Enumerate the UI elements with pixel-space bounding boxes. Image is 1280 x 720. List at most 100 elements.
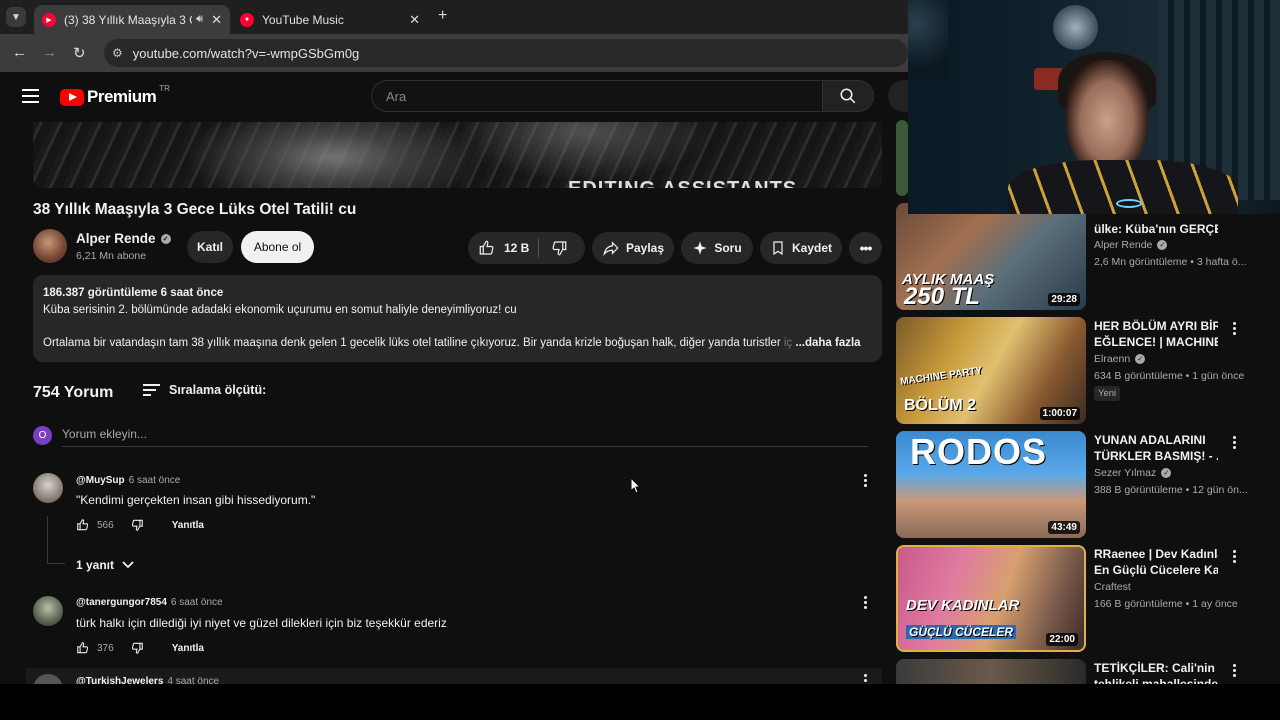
search-input[interactable]: Ara	[371, 80, 823, 112]
save-button[interactable]: Kaydet	[760, 232, 842, 264]
description-box[interactable]: 186.387 görüntüleme 6 saat önce Küba ser…	[33, 275, 882, 362]
show-more-link[interactable]: ...daha fazla	[795, 337, 860, 349]
video-duration: 29:28	[1048, 293, 1080, 306]
like-button[interactable]: 12 B	[478, 239, 529, 257]
country-code: TR	[159, 83, 170, 93]
video-menu-icon[interactable]	[1233, 664, 1237, 677]
thumbs-up-icon[interactable]	[76, 641, 90, 655]
video-player[interactable]: EDITING ASSISTANTS	[33, 122, 882, 188]
new-tab-plus-icon[interactable]: +	[438, 7, 447, 25]
bottom-letterbox	[0, 684, 1280, 720]
reply-button[interactable]: Yanıtla	[172, 643, 204, 654]
comment-text: "Kendimi gerçekten insan gibi hissediyor…	[76, 493, 316, 507]
close-tab-icon[interactable]: ✕	[409, 12, 420, 28]
channel-avatar[interactable]	[33, 229, 67, 263]
dislike-button[interactable]	[550, 239, 574, 260]
video-menu-icon[interactable]	[1233, 550, 1237, 563]
comment-author[interactable]: @MuySup 6 saat önce	[76, 475, 180, 486]
title-line: TETİKÇİLER: Cali'nin en	[1094, 661, 1218, 675]
sort-icon	[143, 384, 160, 396]
title-line: EĞLENCE! | MACHINE ...	[1094, 335, 1218, 349]
share-button[interactable]: Paylaş	[592, 232, 674, 264]
thumbnail-text: 250 TL	[904, 283, 981, 310]
comment-count: 754 Yorum	[33, 384, 114, 401]
video-frame-text: EDITING ASSISTANTS	[568, 178, 797, 188]
video-title[interactable]: HER BÖLÜM AYRI BİR EĞLENCE! | MACHINE ...	[1094, 318, 1218, 350]
video-menu-icon[interactable]	[1233, 322, 1237, 335]
site-settings-icon[interactable]: ⚙︎	[112, 46, 123, 60]
video-channel[interactable]: Sezer Yılmaz ✓	[1094, 467, 1172, 479]
comment-author[interactable]: @tanergungor7854 6 saat önce	[76, 597, 223, 608]
add-comment-input[interactable]: Yorum ekleyin...	[62, 427, 147, 441]
channel-name[interactable]: Alper Rende ✓	[76, 231, 171, 246]
video-menu-icon[interactable]	[1233, 436, 1237, 449]
browser-tab-active[interactable]: ▶ (3) 38 Yıllık Maaşıyla 3 Gece Lüks Ote…	[34, 5, 230, 34]
speaker-icon[interactable]: 🔊︎	[196, 13, 203, 26]
reply-button[interactable]: Yanıtla	[172, 520, 204, 531]
channel-name-text: Elraenn	[1094, 353, 1131, 365]
menu-hamburger-icon[interactable]	[22, 89, 39, 103]
thumbnail-text: RODOS	[910, 431, 1048, 472]
sparkle-icon	[693, 241, 707, 255]
comment-menu-icon[interactable]	[864, 474, 868, 487]
reply-thread-line	[47, 516, 48, 564]
video-duration: 43:49	[1048, 521, 1080, 534]
comment-menu-icon[interactable]	[864, 596, 868, 609]
video-thumbnail[interactable]: DEV KADINLAR GÜÇLÜ CÜCELER 22:00	[896, 545, 1086, 652]
browser-tab[interactable]: ● YouTube Music ✕	[232, 5, 428, 34]
comment-time: 6 saat önce	[170, 597, 223, 608]
forward-arrow-icon[interactable]: →	[42, 44, 57, 61]
comment-avatar[interactable]	[33, 596, 63, 626]
video-thumbnail[interactable]: AYLIK MAAŞ 250 TL 29:28	[896, 203, 1086, 310]
join-button[interactable]: Katıl	[187, 231, 233, 263]
reply-thread-line	[47, 563, 65, 564]
comment-like-count: 566	[97, 519, 114, 531]
search-button[interactable]	[822, 80, 874, 112]
channel-name-text: Alper Rende	[76, 231, 156, 246]
webcam-overlay	[908, 0, 1280, 214]
description-line: Küba serisinin 2. bölümünde adadaki ekon…	[43, 304, 517, 316]
video-channel[interactable]: Elraenn ✓	[1094, 353, 1146, 365]
thumbnail-text: BÖLÜM 2	[904, 397, 976, 414]
description-fade-text: iç	[783, 337, 793, 349]
sort-label: Sıralama ölçütü:	[169, 383, 267, 397]
close-tab-icon[interactable]: ✕	[211, 12, 222, 28]
subscribe-button[interactable]: Abone ol	[241, 231, 314, 263]
verified-check-icon: ✓	[160, 233, 171, 244]
more-actions-button[interactable]: •••	[849, 232, 882, 264]
comment-avatar[interactable]	[33, 473, 63, 503]
user-avatar[interactable]: O	[33, 426, 52, 445]
video-thumbnail[interactable]	[896, 120, 908, 196]
share-label: Paylaş	[625, 241, 665, 255]
video-channel[interactable]: Craftest	[1094, 581, 1131, 593]
video-stats: 388 B görüntüleme • 12 gün ön...	[1094, 484, 1248, 496]
back-arrow-icon[interactable]: ←	[12, 44, 27, 61]
video-channel[interactable]: Alper Rende ✓	[1094, 239, 1168, 251]
description-text: Ortalama bir vatandaşın tam 38 yıllık ma…	[43, 337, 781, 349]
subscriber-count: 6,21 Mn abone	[76, 250, 147, 262]
tab-search-chevron-icon[interactable]: ▼	[6, 7, 26, 27]
video-title[interactable]: YUNAN ADALARINI TÜRKLER BASMIŞ! - ...	[1094, 432, 1218, 464]
thumbs-up-icon	[479, 240, 494, 255]
more-horizontal-icon: •••	[859, 240, 873, 256]
video-title[interactable]: ülke: Küba'nın GERÇEK...	[1094, 221, 1218, 237]
address-bar[interactable]: ⚙︎ youtube.com/watch?v=-wmpGSbGm0g	[104, 39, 908, 67]
new-badge: Yeni	[1094, 386, 1121, 401]
comment-text: türk halkı için dilediği iyi niyet ve gü…	[76, 616, 447, 630]
video-thumbnail[interactable]: RODOS 43:49	[896, 431, 1086, 538]
search-icon	[840, 88, 856, 104]
logo-text: Premium	[87, 87, 157, 106]
video-thumbnail[interactable]: MACHINE PARTY BÖLÜM 2 1:00:07	[896, 317, 1086, 424]
url-text: youtube.com/watch?v=-wmpGSbGm0g	[132, 45, 360, 61]
video-duration: 22:00	[1046, 633, 1078, 646]
video-title[interactable]: RRaenee | Dev Kadınlar En Güçlü Cücelere …	[1094, 546, 1218, 578]
thumbs-down-icon[interactable]	[130, 518, 144, 532]
verified-check-icon: ✓	[1157, 240, 1168, 250]
ask-button[interactable]: Soru	[681, 232, 753, 264]
thumbs-down-icon[interactable]	[130, 641, 144, 655]
show-replies-button[interactable]: 1 yanıt	[76, 558, 134, 572]
thumbs-up-icon[interactable]	[76, 518, 90, 532]
reload-icon[interactable]: ↻	[73, 44, 86, 62]
youtube-premium-logo[interactable]: Premium TR	[60, 83, 170, 107]
sort-button[interactable]: Sıralama ölçütü:	[143, 383, 266, 397]
